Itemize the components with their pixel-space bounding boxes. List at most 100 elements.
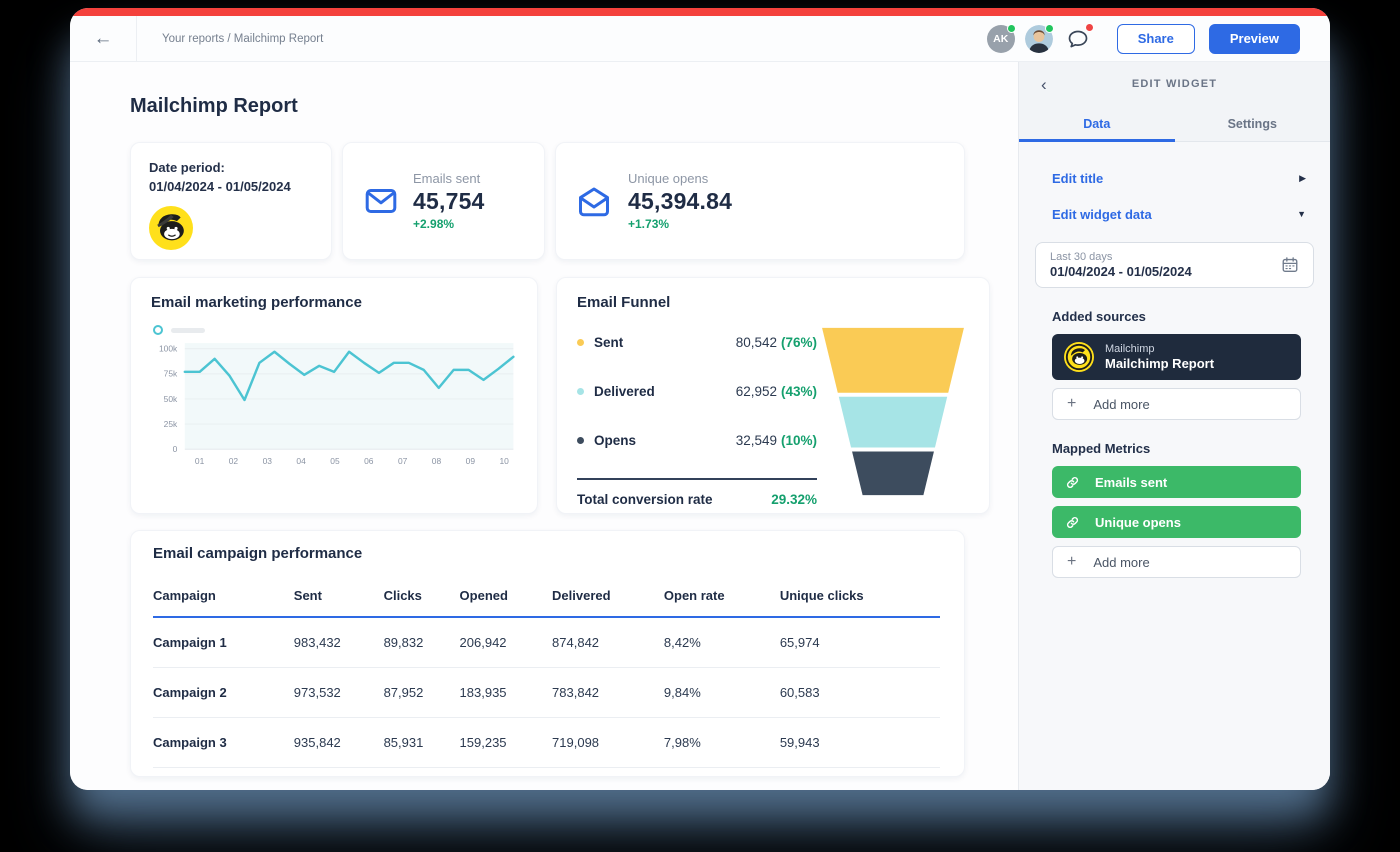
panel-tabs: Data Settings [1019, 106, 1330, 142]
chevron-down-icon: ▼ [1297, 209, 1306, 219]
source-card-mailchimp[interactable]: Mailchimp Mailchimp Report [1052, 334, 1301, 380]
stat-cards-row: Date period: 01/04/2024 - 01/05/2024 Ema… [130, 142, 965, 260]
emails-sent-label: Emails sent [413, 171, 481, 186]
table-cell: 9,84% [663, 667, 780, 718]
top-accent-bar [70, 8, 1330, 16]
link-icon [1067, 516, 1078, 528]
email-funnel-widget[interactable]: Email Funnel Sent 80,542 (76%) Delivered… [556, 277, 990, 514]
topbar-divider [136, 16, 137, 61]
table-cell: 85,931 [383, 717, 460, 768]
edit-title-row[interactable]: Edit title ▶ [1052, 160, 1312, 196]
mapped-metric-unique-opens[interactable]: Unique opens [1052, 506, 1301, 538]
table-cell: 65,974 [779, 617, 940, 668]
plus-icon: + [1067, 395, 1077, 412]
mapped-metrics-label: Mapped Metrics [1052, 441, 1151, 456]
funnel-stage-row: Opens 32,549 (10%) [577, 425, 817, 455]
table-cell: Campaign 1 [153, 617, 294, 668]
svg-text:50k: 50k [164, 394, 178, 404]
line-chart-title: Email marketing performance [151, 294, 362, 311]
panel-back-button[interactable]: ‹ [1041, 76, 1047, 93]
email-performance-chart-widget[interactable]: Email marketing performance 100k 75k 50k 25… [130, 277, 538, 514]
emails-sent-delta: +2.98% [413, 217, 455, 231]
table-header-row: Campaign Sent Clicks Opened Delivered Open ra… [153, 580, 940, 618]
stage-dot-icon [577, 436, 584, 444]
share-button[interactable]: Share [1116, 23, 1195, 54]
breadcrumb: Your reports / Mailchimp Report [162, 32, 324, 45]
calendar-icon[interactable] [1281, 256, 1299, 274]
table-cell: 8,42% [663, 617, 780, 668]
plus-icon: + [1067, 553, 1077, 570]
date-period-widget[interactable]: Date period: 01/04/2024 - 01/05/2024 [130, 142, 332, 260]
tab-settings[interactable]: Settings [1175, 106, 1331, 141]
unique-opens-label: Unique opens [628, 171, 709, 186]
mailchimp-logo-icon [149, 205, 193, 250]
svg-text:08: 08 [432, 456, 442, 466]
envelope-closed-icon [365, 189, 397, 213]
series-legend [153, 325, 517, 335]
funnel-shape [822, 327, 964, 496]
link-icon [1067, 476, 1078, 488]
svg-text:02: 02 [229, 456, 239, 466]
page-title: Mailchimp Report [130, 95, 298, 117]
unique-opens-value: 45,394.84 [628, 188, 733, 214]
edit-widget-data-row[interactable]: Edit widget data ▼ [1052, 196, 1312, 232]
svg-text:01: 01 [195, 456, 205, 466]
add-source-button[interactable]: + Add more [1052, 388, 1301, 420]
table-cell: 87,952 [383, 667, 460, 718]
panel-content: Edit title ▶ Edit widget data ▼ Last 30 … [1019, 142, 1330, 790]
emails-sent-widget[interactable]: Emails sent 45,754 +2.98% [342, 142, 545, 260]
table-header-cell: Unique clicks [779, 580, 940, 618]
stage-dot-icon [577, 338, 584, 346]
series-marker-icon [153, 325, 163, 335]
unique-opens-widget[interactable]: Unique opens 45,394.84 +1.73% [555, 142, 965, 260]
date-range-selector[interactable]: Last 30 days 01/04/2024 - 01/05/2024 [1035, 242, 1314, 288]
table-header-cell: Opened [459, 580, 553, 618]
topbar-actions: AK Share Preview [986, 22, 1300, 54]
table-cell: 7,98% [663, 717, 780, 768]
funnel-title: Email Funnel [577, 294, 671, 311]
funnel-legend: Sent 80,542 (76%) Delivered 62,952 (43%) [577, 327, 817, 507]
chevron-right-icon: ▶ [1299, 172, 1306, 183]
online-status-dot [1006, 23, 1016, 33]
performance-line-chart: 100k 75k 50k 25k 0 01 02 03 04 05 06 07 08 09 10 [159, 343, 515, 466]
charts-row: Email marketing performance 100k 75k 50k 25… [130, 277, 990, 514]
funnel-stage-row: Delivered 62,952 (43%) [577, 376, 817, 406]
back-button[interactable]: ← [70, 16, 136, 61]
table-cell: 183,935 [459, 667, 553, 718]
report-canvas: Mailchimp Report Date period: 01/04/2024… [70, 62, 1018, 790]
preview-button[interactable]: Preview [1208, 23, 1300, 54]
svg-text:05: 05 [330, 456, 340, 466]
avatar-photo[interactable] [1024, 23, 1054, 53]
edit-widget-panel: ‹ EDIT WIDGET Data Settings Edit title ▶… [1018, 62, 1330, 790]
table-cell: 783,842 [552, 667, 664, 718]
panel-header: ‹ EDIT WIDGET [1019, 62, 1330, 106]
date-preset-label: Last 30 days [1050, 251, 1113, 263]
avatar-ak[interactable]: AK [986, 23, 1016, 53]
table-cell: 935,842 [293, 717, 384, 768]
table-header-cell: Campaign [153, 580, 294, 618]
comments-button[interactable] [1063, 22, 1094, 54]
source-provider: Mailchimp [1105, 343, 1155, 355]
tab-data[interactable]: Data [1019, 106, 1175, 141]
funnel-divider [577, 478, 817, 480]
svg-text:09: 09 [466, 456, 476, 466]
svg-text:0: 0 [173, 444, 178, 454]
svg-text:03: 03 [263, 456, 273, 466]
svg-text:25k: 25k [164, 419, 178, 429]
svg-text:06: 06 [364, 456, 374, 466]
table-cell: 874,842 [552, 617, 664, 668]
back-arrow-icon: ← [93, 28, 113, 49]
envelope-open-icon [579, 187, 609, 217]
stage-dot-icon [577, 387, 584, 395]
total-conversion-row: Total conversion rate 29.32% [577, 492, 817, 507]
mapped-metric-emails-sent[interactable]: Emails sent [1052, 466, 1301, 498]
add-metric-button[interactable]: + Add more [1052, 546, 1301, 578]
emails-sent-value: 45,754 [413, 188, 485, 214]
table-cell: Campaign 2 [153, 667, 294, 718]
svg-text:07: 07 [398, 456, 408, 466]
funnel-stage-row: Sent 80,542 (76%) [577, 327, 817, 357]
table-title: Email campaign performance [153, 545, 363, 562]
campaign-table-widget[interactable]: Email campaign performance Campaign Sent C… [130, 530, 965, 777]
unique-opens-delta: +1.73% [628, 217, 670, 231]
table-header-cell: Sent [293, 580, 384, 618]
